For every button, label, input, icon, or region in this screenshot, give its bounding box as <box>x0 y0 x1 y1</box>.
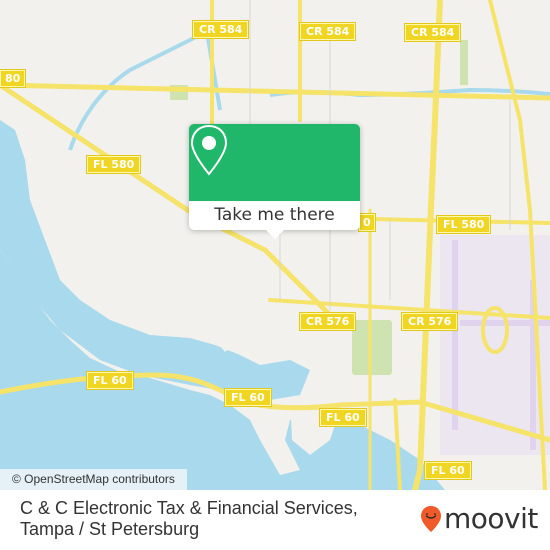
map-canvas <box>0 0 550 490</box>
popup-header <box>189 124 360 201</box>
take-me-there-button[interactable]: Take me there <box>189 201 360 230</box>
road-label-cr584: CR 584 <box>298 22 357 41</box>
map-view[interactable]: CR 584 CR 584 CR 584 FL 580 80 0 FL 580 … <box>0 0 550 490</box>
park <box>352 320 392 375</box>
road-label-fl60: FL 60 <box>424 461 472 480</box>
moovit-logo[interactable]: moovit <box>420 502 538 535</box>
road-label-fl580: FL 580 <box>435 215 492 234</box>
road-label-cr584: CR 584 <box>191 20 250 39</box>
road-label-cr576: CR 576 <box>298 312 357 331</box>
road-label-cr576: CR 576 <box>400 312 459 331</box>
road-label-fl60: FL 60 <box>224 388 272 407</box>
road-label-fl60: FL 60 <box>86 371 134 390</box>
map-attribution[interactable]: © OpenStreetMap contributors <box>0 469 187 490</box>
road-label-cr584: CR 584 <box>403 23 462 42</box>
road-label-fl60: FL 60 <box>319 408 367 427</box>
place-title: C & C Electronic Tax & Financial Service… <box>20 498 358 539</box>
location-popup: Take me there <box>189 124 360 239</box>
location-pin-icon <box>190 124 228 176</box>
road-label-fl580-partial: 0 <box>358 213 376 232</box>
road-label-fl580: FL 580 <box>85 155 142 174</box>
popup-pointer <box>266 230 284 239</box>
road-label-fl580-partial: 80 <box>0 69 27 88</box>
moovit-wordmark: moovit <box>444 502 538 535</box>
footer: C & C Electronic Tax & Financial Service… <box>0 490 550 550</box>
moovit-pin-icon <box>421 505 441 532</box>
